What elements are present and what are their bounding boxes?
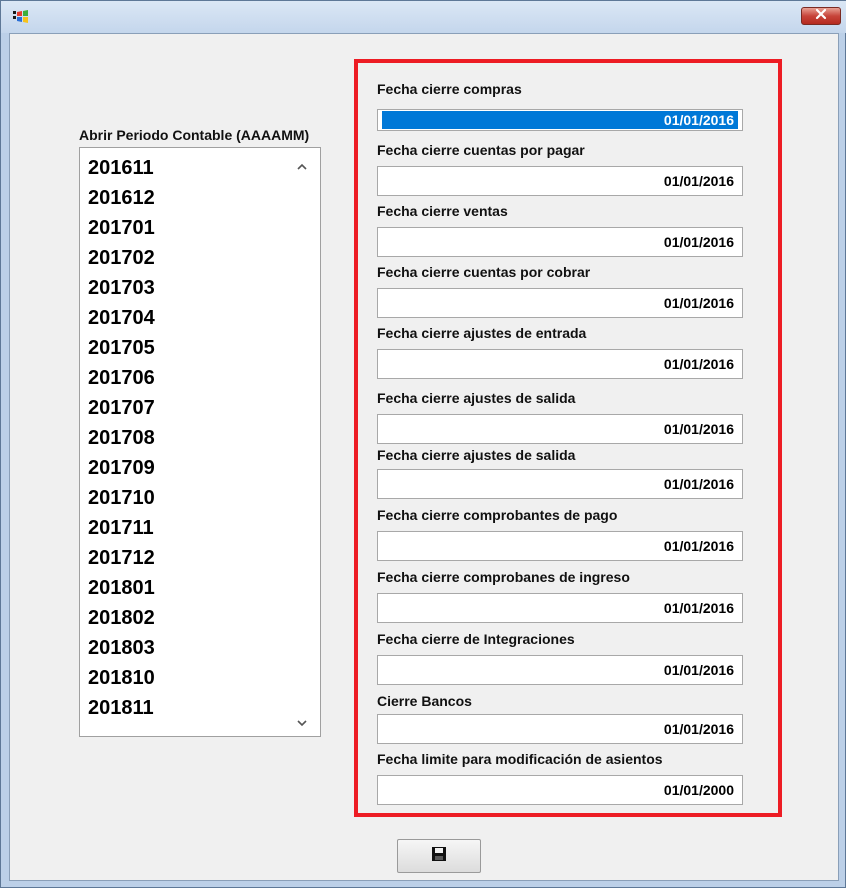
list-item[interactable]: 201703 bbox=[88, 276, 155, 300]
windows-flag-icon bbox=[13, 9, 29, 25]
list-item[interactable]: 201611 bbox=[88, 156, 154, 180]
list-item[interactable]: 201702 bbox=[88, 246, 155, 270]
date-field[interactable]: 01/01/2016 bbox=[377, 531, 743, 561]
date-field[interactable]: 01/01/2016 bbox=[377, 655, 743, 685]
close-icon bbox=[815, 7, 827, 25]
field-label: Fecha cierre comprobantes de pago bbox=[377, 507, 618, 523]
date-field[interactable]: 01/01/2016 bbox=[377, 593, 743, 623]
date-field[interactable]: 01/01/2016 bbox=[377, 166, 743, 196]
date-field[interactable]: 01/01/2000 bbox=[377, 775, 743, 805]
chevron-down-icon[interactable] bbox=[295, 716, 309, 730]
field-label: Fecha cierre ajustes de salida bbox=[377, 447, 576, 463]
date-field[interactable]: 01/01/2016 bbox=[377, 414, 743, 444]
list-item[interactable]: 201810 bbox=[88, 666, 155, 690]
list-item[interactable]: 201801 bbox=[88, 576, 155, 600]
list-item[interactable]: 201612 bbox=[88, 186, 155, 210]
date-field[interactable]: 01/01/2016 bbox=[377, 109, 743, 131]
title-bar bbox=[1, 1, 846, 33]
list-item[interactable]: 201712 bbox=[88, 546, 155, 570]
dialog-window: Abrir Periodo Contable (AAAAMM) 201611 20… bbox=[0, 0, 846, 888]
close-button[interactable] bbox=[801, 7, 841, 25]
save-button[interactable] bbox=[397, 839, 481, 873]
list-item[interactable]: 201704 bbox=[88, 306, 155, 330]
list-item[interactable]: 201811 bbox=[88, 696, 154, 720]
list-item[interactable]: 201709 bbox=[88, 456, 155, 480]
date-field[interactable]: 01/01/2016 bbox=[377, 714, 743, 744]
field-label: Fecha cierre cuentas por pagar bbox=[377, 142, 585, 158]
floppy-disk-icon bbox=[431, 846, 447, 867]
date-field[interactable]: 01/01/2016 bbox=[377, 227, 743, 257]
list-item[interactable]: 201705 bbox=[88, 336, 155, 360]
field-label: Fecha cierre ajustes de entrada bbox=[377, 325, 587, 341]
period-listbox[interactable]: 201611 201612 201701 201702 201703 201704 2017… bbox=[79, 147, 321, 737]
field-label: Fecha cierre ajustes de salida bbox=[377, 390, 576, 406]
date-field[interactable]: 01/01/2016 bbox=[377, 349, 743, 379]
field-label: Fecha cierre compras bbox=[377, 81, 522, 97]
period-list-label: Abrir Periodo Contable (AAAAMM) bbox=[79, 127, 310, 143]
field-label: Fecha limite para modificación de asient… bbox=[377, 751, 663, 767]
list-item[interactable]: 201803 bbox=[88, 636, 155, 660]
field-label: Fecha cierre comprobanes de ingreso bbox=[377, 569, 630, 585]
chevron-up-icon[interactable] bbox=[295, 160, 309, 174]
field-label: Cierre Bancos bbox=[377, 693, 472, 709]
list-item[interactable]: 201710 bbox=[88, 486, 155, 510]
date-field[interactable]: 01/01/2016 bbox=[377, 288, 743, 318]
list-item[interactable]: 201701 bbox=[88, 216, 155, 240]
list-item[interactable]: 201802 bbox=[88, 606, 155, 630]
list-item[interactable]: 201708 bbox=[88, 426, 155, 450]
field-label: Fecha cierre de Integraciones bbox=[377, 631, 575, 647]
list-item[interactable]: 201711 bbox=[88, 516, 154, 540]
field-label: Fecha cierre ventas bbox=[377, 203, 508, 219]
list-item[interactable]: 201707 bbox=[88, 396, 155, 420]
list-item[interactable]: 201706 bbox=[88, 366, 155, 390]
date-field[interactable]: 01/01/2016 bbox=[377, 469, 743, 499]
field-label: Fecha cierre cuentas por cobrar bbox=[377, 264, 591, 280]
